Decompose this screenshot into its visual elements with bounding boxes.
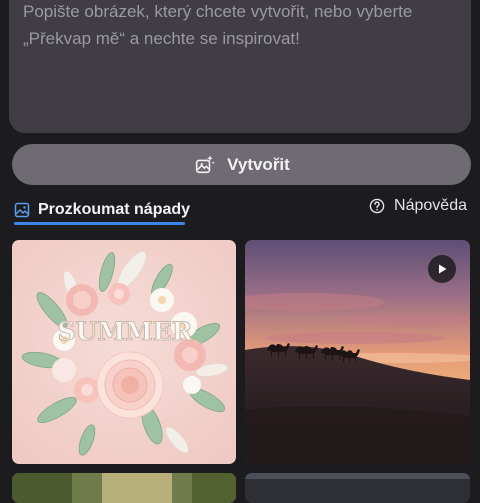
create-button[interactable]: Vytvořit (12, 144, 471, 185)
help-label: Nápověda (394, 197, 467, 214)
gallery-card-dark[interactable] (245, 473, 470, 503)
gallery-card-forest[interactable] (12, 473, 236, 503)
dark-image (245, 473, 470, 503)
prompt-placeholder: Popište obrázek, který chcete vytvořit, … (23, 2, 413, 48)
gallery-card-desert-caravan[interactable] (245, 240, 470, 464)
tab-active-indicator (14, 222, 185, 225)
gallery-card-summer-flowers[interactable]: SUMMER (12, 240, 236, 464)
image-icon (14, 202, 30, 218)
summer-text: SUMMER (57, 317, 192, 346)
help-link[interactable]: Nápověda (369, 194, 467, 218)
sparkle-image-icon (196, 154, 215, 173)
tab-explore-ideas-label: Prozkoumat nápady (38, 201, 191, 218)
create-button-label: Vytvořit (227, 154, 290, 174)
summer-flowers-image: SUMMER (12, 240, 236, 464)
play-icon (439, 264, 447, 274)
play-button[interactable] (428, 255, 456, 283)
forest-image (12, 473, 236, 503)
prompt-input[interactable]: Popište obrázek, který chcete vytvořit, … (9, 0, 471, 133)
question-circle-icon (369, 198, 385, 214)
